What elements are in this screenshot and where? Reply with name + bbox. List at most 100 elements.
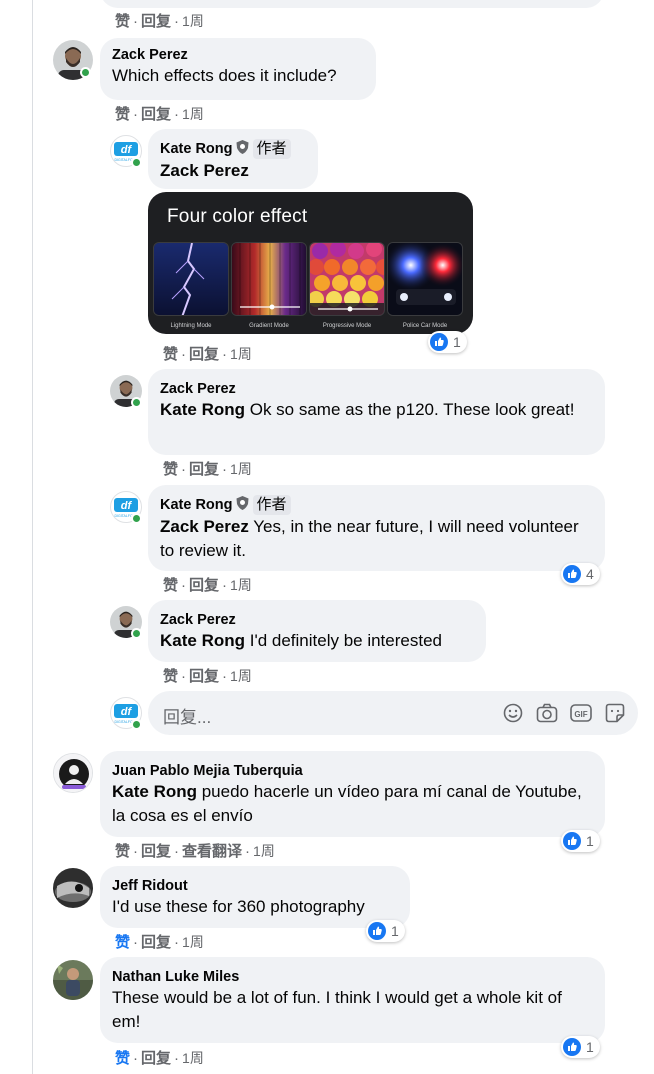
online-status [131, 157, 142, 168]
timestamp[interactable]: 1周 [182, 13, 204, 29]
like-link-active[interactable]: 赞 [115, 934, 130, 951]
timestamp[interactable]: 1周 [182, 1050, 204, 1066]
avatar[interactable] [53, 868, 93, 908]
comment-bubble: Zack Perez Kate Rong I'd definitely be i… [148, 600, 486, 662]
timestamp[interactable]: 1周 [230, 577, 252, 593]
author-name[interactable]: Juan Pablo Mejia Tuberquia [112, 762, 593, 780]
comment-text: I'd use these for 360 photography [112, 897, 365, 916]
author-name[interactable]: Zack Perez [160, 380, 593, 398]
verified-shield-icon [236, 139, 249, 159]
separator: · [133, 934, 139, 951]
reply-link[interactable]: 回复 [189, 577, 219, 594]
timestamp[interactable]: 1周 [230, 668, 252, 684]
like-reaction-icon [430, 333, 448, 351]
df-logo-text: df [121, 706, 133, 718]
reply-link[interactable]: 回复 [141, 13, 171, 30]
mention-link[interactable]: Zack Perez [160, 161, 249, 180]
like-link[interactable]: 赞 [115, 843, 130, 860]
reaction-count[interactable]: 1 [561, 830, 600, 852]
svg-text:GIF: GIF [574, 710, 587, 719]
comment-bubble: Zack Perez Kate Rong Ok so same as the p… [148, 369, 605, 455]
reaction-count[interactable]: 1 [561, 1036, 600, 1058]
author-name[interactable]: Nathan Luke Miles [112, 968, 593, 986]
separator: · [222, 461, 228, 478]
attached-image[interactable]: Four color effect Lightning Mode Gradien… [148, 192, 473, 334]
comment-bubble: Kate Rong 作者 Zack Perez [148, 129, 318, 189]
separator: · [181, 668, 187, 685]
separator: · [181, 346, 187, 363]
avatar[interactable] [53, 753, 93, 793]
comment-actions: 赞 · 回复 · 1周 [163, 576, 252, 595]
comment-text: I'd definitely be interested [245, 631, 442, 650]
like-link[interactable]: 赞 [115, 106, 130, 123]
reaction-count[interactable]: 4 [561, 563, 600, 585]
author-name[interactable]: Zack Perez [160, 611, 474, 629]
mention-link[interactable]: Kate Rong [160, 631, 245, 650]
comment-actions: 赞 · 回复 · 1周 [115, 105, 204, 124]
reply-link[interactable]: 回复 [189, 668, 219, 685]
like-link-active[interactable]: 赞 [115, 1050, 130, 1067]
reply-placeholder: 回复... [163, 708, 212, 727]
camera-icon[interactable] [536, 702, 558, 724]
online-status [131, 628, 142, 639]
reaction-count[interactable]: 1 [428, 331, 467, 353]
caption-progressive: Progressive Mode [322, 323, 372, 329]
police-car-mode-thumbnail [387, 242, 463, 316]
comment-text: These would be a lot of fun. I think I w… [112, 988, 562, 1031]
comment-actions: 赞 · 回复 · 1周 [163, 460, 252, 479]
mention-link[interactable]: Kate Rong [160, 400, 245, 419]
separator: · [245, 843, 251, 860]
timestamp[interactable]: 1周 [182, 106, 204, 122]
see-translation-link[interactable]: 查看翻译 [182, 843, 242, 860]
separator: · [222, 346, 228, 363]
author-name[interactable]: Kate Rong [160, 497, 233, 513]
timestamp[interactable]: 1周 [182, 934, 204, 950]
comment-actions: 赞 · 回复 · 查看翻译 · 1周 [115, 842, 275, 861]
like-reaction-icon [368, 922, 386, 940]
gif-icon[interactable]: GIF [570, 702, 592, 724]
reply-link[interactable]: 回复 [141, 843, 171, 860]
comment-text: Ok so same as the p120. These look great… [245, 400, 575, 419]
timestamp[interactable]: 1周 [253, 843, 275, 859]
separator: · [174, 1050, 180, 1067]
like-link[interactable]: 赞 [115, 13, 130, 30]
reply-link[interactable]: 回复 [141, 106, 171, 123]
thread-line [32, 0, 33, 1074]
separator: · [174, 934, 180, 951]
timestamp[interactable]: 1周 [230, 346, 252, 362]
reply-link[interactable]: 回复 [141, 1050, 171, 1067]
author-name[interactable]: Zack Perez [112, 46, 364, 64]
online-status [131, 397, 142, 408]
sticker-icon[interactable] [604, 702, 626, 724]
caption-lightning: Lightning Mode [170, 323, 212, 329]
like-link[interactable]: 赞 [163, 577, 178, 594]
progressive-mode-thumbnail [309, 242, 385, 316]
separator: · [181, 577, 187, 594]
reaction-number: 1 [586, 1039, 594, 1055]
author-badge: 作者 [252, 139, 291, 159]
author-name[interactable]: Jeff Ridout [112, 877, 398, 895]
timestamp[interactable]: 1周 [230, 461, 252, 477]
like-link[interactable]: 赞 [163, 461, 178, 478]
separator: · [133, 106, 139, 123]
comment-bubble: Jeff Ridout I'd use these for 360 photog… [100, 866, 410, 928]
separator: · [174, 13, 180, 30]
mention-link[interactable]: Zack Perez [160, 517, 249, 536]
reaction-count[interactable]: 1 [366, 920, 405, 942]
avatar[interactable] [53, 960, 93, 1000]
like-link[interactable]: 赞 [163, 668, 178, 685]
df-logo-text: df [121, 500, 133, 512]
separator: · [222, 668, 228, 685]
mention-link[interactable]: Kate Rong [112, 782, 197, 801]
reply-input[interactable]: 回复... GIF [148, 691, 638, 735]
comment-actions: 赞 · 回复 · 1周 [163, 667, 252, 686]
emoji-icon[interactable] [502, 702, 524, 724]
comment-actions: 赞 · 回复 · 1周 [115, 12, 204, 31]
reply-link[interactable]: 回复 [141, 934, 171, 951]
reaction-number: 4 [586, 566, 594, 582]
like-reaction-icon [563, 565, 581, 583]
reply-link[interactable]: 回复 [189, 346, 219, 363]
like-link[interactable]: 赞 [163, 346, 178, 363]
author-name[interactable]: Kate Rong [160, 141, 233, 157]
reply-link[interactable]: 回复 [189, 461, 219, 478]
